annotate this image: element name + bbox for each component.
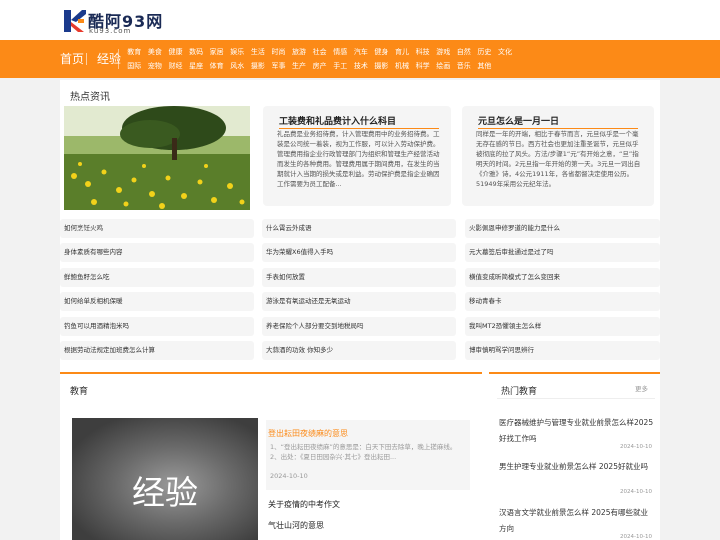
nav-category[interactable]: 财经: [165, 61, 186, 71]
nav-category[interactable]: 美食: [145, 47, 166, 57]
list-item[interactable]: 火影佩恩申修罗道的能力是什么: [465, 219, 660, 238]
nav-category[interactable]: 科技: [412, 47, 433, 57]
main-nav: 首页 经验: [0, 40, 720, 78]
nav-category[interactable]: 汽车: [351, 47, 372, 57]
article-card[interactable]: 元旦怎么是一月一日 同样是一年的开端，相比于春节而言，元旦似乎是一个毫无存在感的…: [462, 106, 654, 206]
list-item[interactable]: 博审慎明骂学问思辨行: [465, 341, 660, 360]
nav-category[interactable]: 育儿: [392, 47, 413, 57]
article-card-title[interactable]: 工装费和礼品费计入什么科目: [279, 114, 396, 127]
featured-article-title[interactable]: 登出耘田夜绩麻的意思: [268, 428, 348, 439]
nav-category[interactable]: 体育: [206, 61, 227, 71]
top-bar: 酷阿93网 ku93.com: [0, 0, 720, 40]
list-item[interactable]: 根据劳动法规定加班费怎么计算: [60, 341, 254, 360]
hot-article-link[interactable]: 医疗器械维护与管理专业就业前景怎么样2025好找工作吗: [499, 415, 655, 447]
nav-subcategories-row2: 国际 宠物 财经 星座 体育 风水 摄影 军事 生产 房产 手工 技术 摄影 机…: [124, 61, 584, 71]
article-link[interactable]: 关于疫情的中考作文: [268, 499, 340, 510]
hot-section-title: 热点资讯: [70, 92, 110, 103]
list-item[interactable]: 横值变成昕简模式了怎么变回来: [465, 268, 660, 287]
hero-image[interactable]: [64, 106, 250, 210]
nav-category[interactable]: 社会: [309, 47, 330, 57]
nav-category[interactable]: 摄影: [248, 61, 269, 71]
nav-category[interactable]: 宠物: [145, 61, 166, 71]
nav-category[interactable]: 手工: [330, 61, 351, 71]
logo-icon[interactable]: [64, 10, 86, 32]
list-item[interactable]: 养老保险个人部分要交到地税局吗: [262, 317, 456, 336]
hot-article-link[interactable]: 汉语言文学就业前景怎么样 2025有哪些就业方向: [499, 505, 655, 537]
site-subtitle: ku93.com: [89, 27, 132, 35]
list-item[interactable]: 身体素质有哪些内容: [60, 243, 254, 262]
nav-category[interactable]: 其他: [474, 61, 495, 71]
nav-category[interactable]: 健身: [371, 47, 392, 57]
nav-divider: [86, 53, 87, 65]
hot-education-title: 热门教育: [501, 387, 538, 397]
featured-article[interactable]: 登出耘田夜绩麻的意思 1、“登出耘田夜绩麻”的意思是：白天下田去除草，晚上搓麻线…: [266, 420, 470, 490]
nav-category[interactable]: 娱乐: [227, 47, 248, 57]
list-item[interactable]: 华为荣耀X6值得入手吗: [262, 243, 456, 262]
featured-article-date: 2024-10-10: [270, 472, 308, 480]
nav-category[interactable]: 数码: [186, 47, 207, 57]
nav-category[interactable]: 生产: [289, 61, 310, 71]
list-item[interactable]: 我叫MT2恐懼領主怎么样: [465, 317, 660, 336]
education-title[interactable]: 教育: [70, 384, 88, 397]
article-card-title[interactable]: 元旦怎么是一月一日: [478, 114, 559, 127]
nav-category[interactable]: 生活: [248, 47, 269, 57]
list-item[interactable]: 大蒜酒的功效 你知多少: [262, 341, 456, 360]
nav-category[interactable]: 健康: [165, 47, 186, 57]
more-link[interactable]: 更多: [635, 383, 648, 393]
nav-category[interactable]: 星座: [186, 61, 207, 71]
nav-category[interactable]: 历史: [474, 47, 495, 57]
nav-category[interactable]: 机械: [392, 61, 413, 71]
nav-category[interactable]: 自然: [454, 47, 475, 57]
list-item[interactable]: 手表如何放置: [262, 268, 456, 287]
nav-category[interactable]: 情感: [330, 47, 351, 57]
nav-category[interactable]: 家居: [206, 47, 227, 57]
list-item[interactable]: 如何给单反相机保暖: [60, 292, 254, 311]
nav-category[interactable]: 军事: [268, 61, 289, 71]
nav-category[interactable]: 时尚: [268, 47, 289, 57]
article-card-excerpt: 礼品费是业务招待费，计入管理费用中的业务招待费。工装是公司统一着装，视为工作服，…: [277, 130, 440, 187]
nav-category[interactable]: 房产: [309, 61, 330, 71]
hot-article-date: 2024-10-10: [620, 534, 652, 540]
list-item[interactable]: 移动青春卡: [465, 292, 660, 311]
nav-category[interactable]: 风水: [227, 61, 248, 71]
nav-category[interactable]: 科学: [412, 61, 433, 71]
nav-category[interactable]: 游戏: [433, 47, 454, 57]
nav-home[interactable]: 首页: [60, 40, 84, 78]
list-item[interactable]: 鲜鲍鱼籽怎么吃: [60, 268, 254, 287]
list-item[interactable]: 元大墓签后审批通过是过了吗: [465, 243, 660, 262]
list-item[interactable]: 游泳是有氧运动还是无氧运动: [262, 292, 456, 311]
meadow-tree-image: [64, 106, 250, 210]
list-item[interactable]: 如何烹饪火鸡: [60, 219, 254, 238]
nav-category[interactable]: 音乐: [454, 61, 475, 71]
list-item[interactable]: 什么霄云外成语: [262, 219, 456, 238]
nav-category[interactable]: 文化: [495, 47, 516, 57]
article-card-excerpt: 同样是一年的开端，相比于春节而言，元旦似乎是一个毫无存在感的节日。西方社会也更加…: [476, 130, 641, 187]
hot-article-date: 2024-10-10: [620, 489, 652, 495]
hot-article-date: 2024-10-10: [620, 444, 652, 450]
nav-category[interactable]: 摄影: [371, 61, 392, 71]
nav-category[interactable]: 旅游: [289, 47, 310, 57]
nav-category[interactable]: 国际: [124, 61, 145, 71]
list-item[interactable]: 钓鱼可以用酒精泡米吗: [60, 317, 254, 336]
nav-category[interactable]: 技术: [351, 61, 372, 71]
featured-article-excerpt: 1、“登出耘田夜绩麻”的意思是：白天下田去除草，晚上搓麻线。2、出处：《夏日田园…: [270, 443, 457, 461]
article-card[interactable]: 工装费和礼品费计入什么科目 礼品费是业务招待费，计入管理费用中的业务招待费。工装…: [263, 106, 451, 206]
divider: [497, 398, 655, 399]
article-link[interactable]: 气壮山河的意思: [268, 520, 324, 531]
nav-category[interactable]: 绘画: [433, 61, 454, 71]
thumbnail-label: 经验: [132, 473, 198, 512]
hot-article-link[interactable]: 男生护理专业就业前景怎么样 2025好就业吗: [499, 459, 655, 475]
nav-category[interactable]: 教育: [124, 47, 145, 57]
nav-subcategories-row1: 教育 美食 健康 数码 家居 娱乐 生活 时尚 旅游 社会 情感 汽车 健身 育…: [124, 47, 584, 57]
nav-divider: [118, 49, 119, 69]
